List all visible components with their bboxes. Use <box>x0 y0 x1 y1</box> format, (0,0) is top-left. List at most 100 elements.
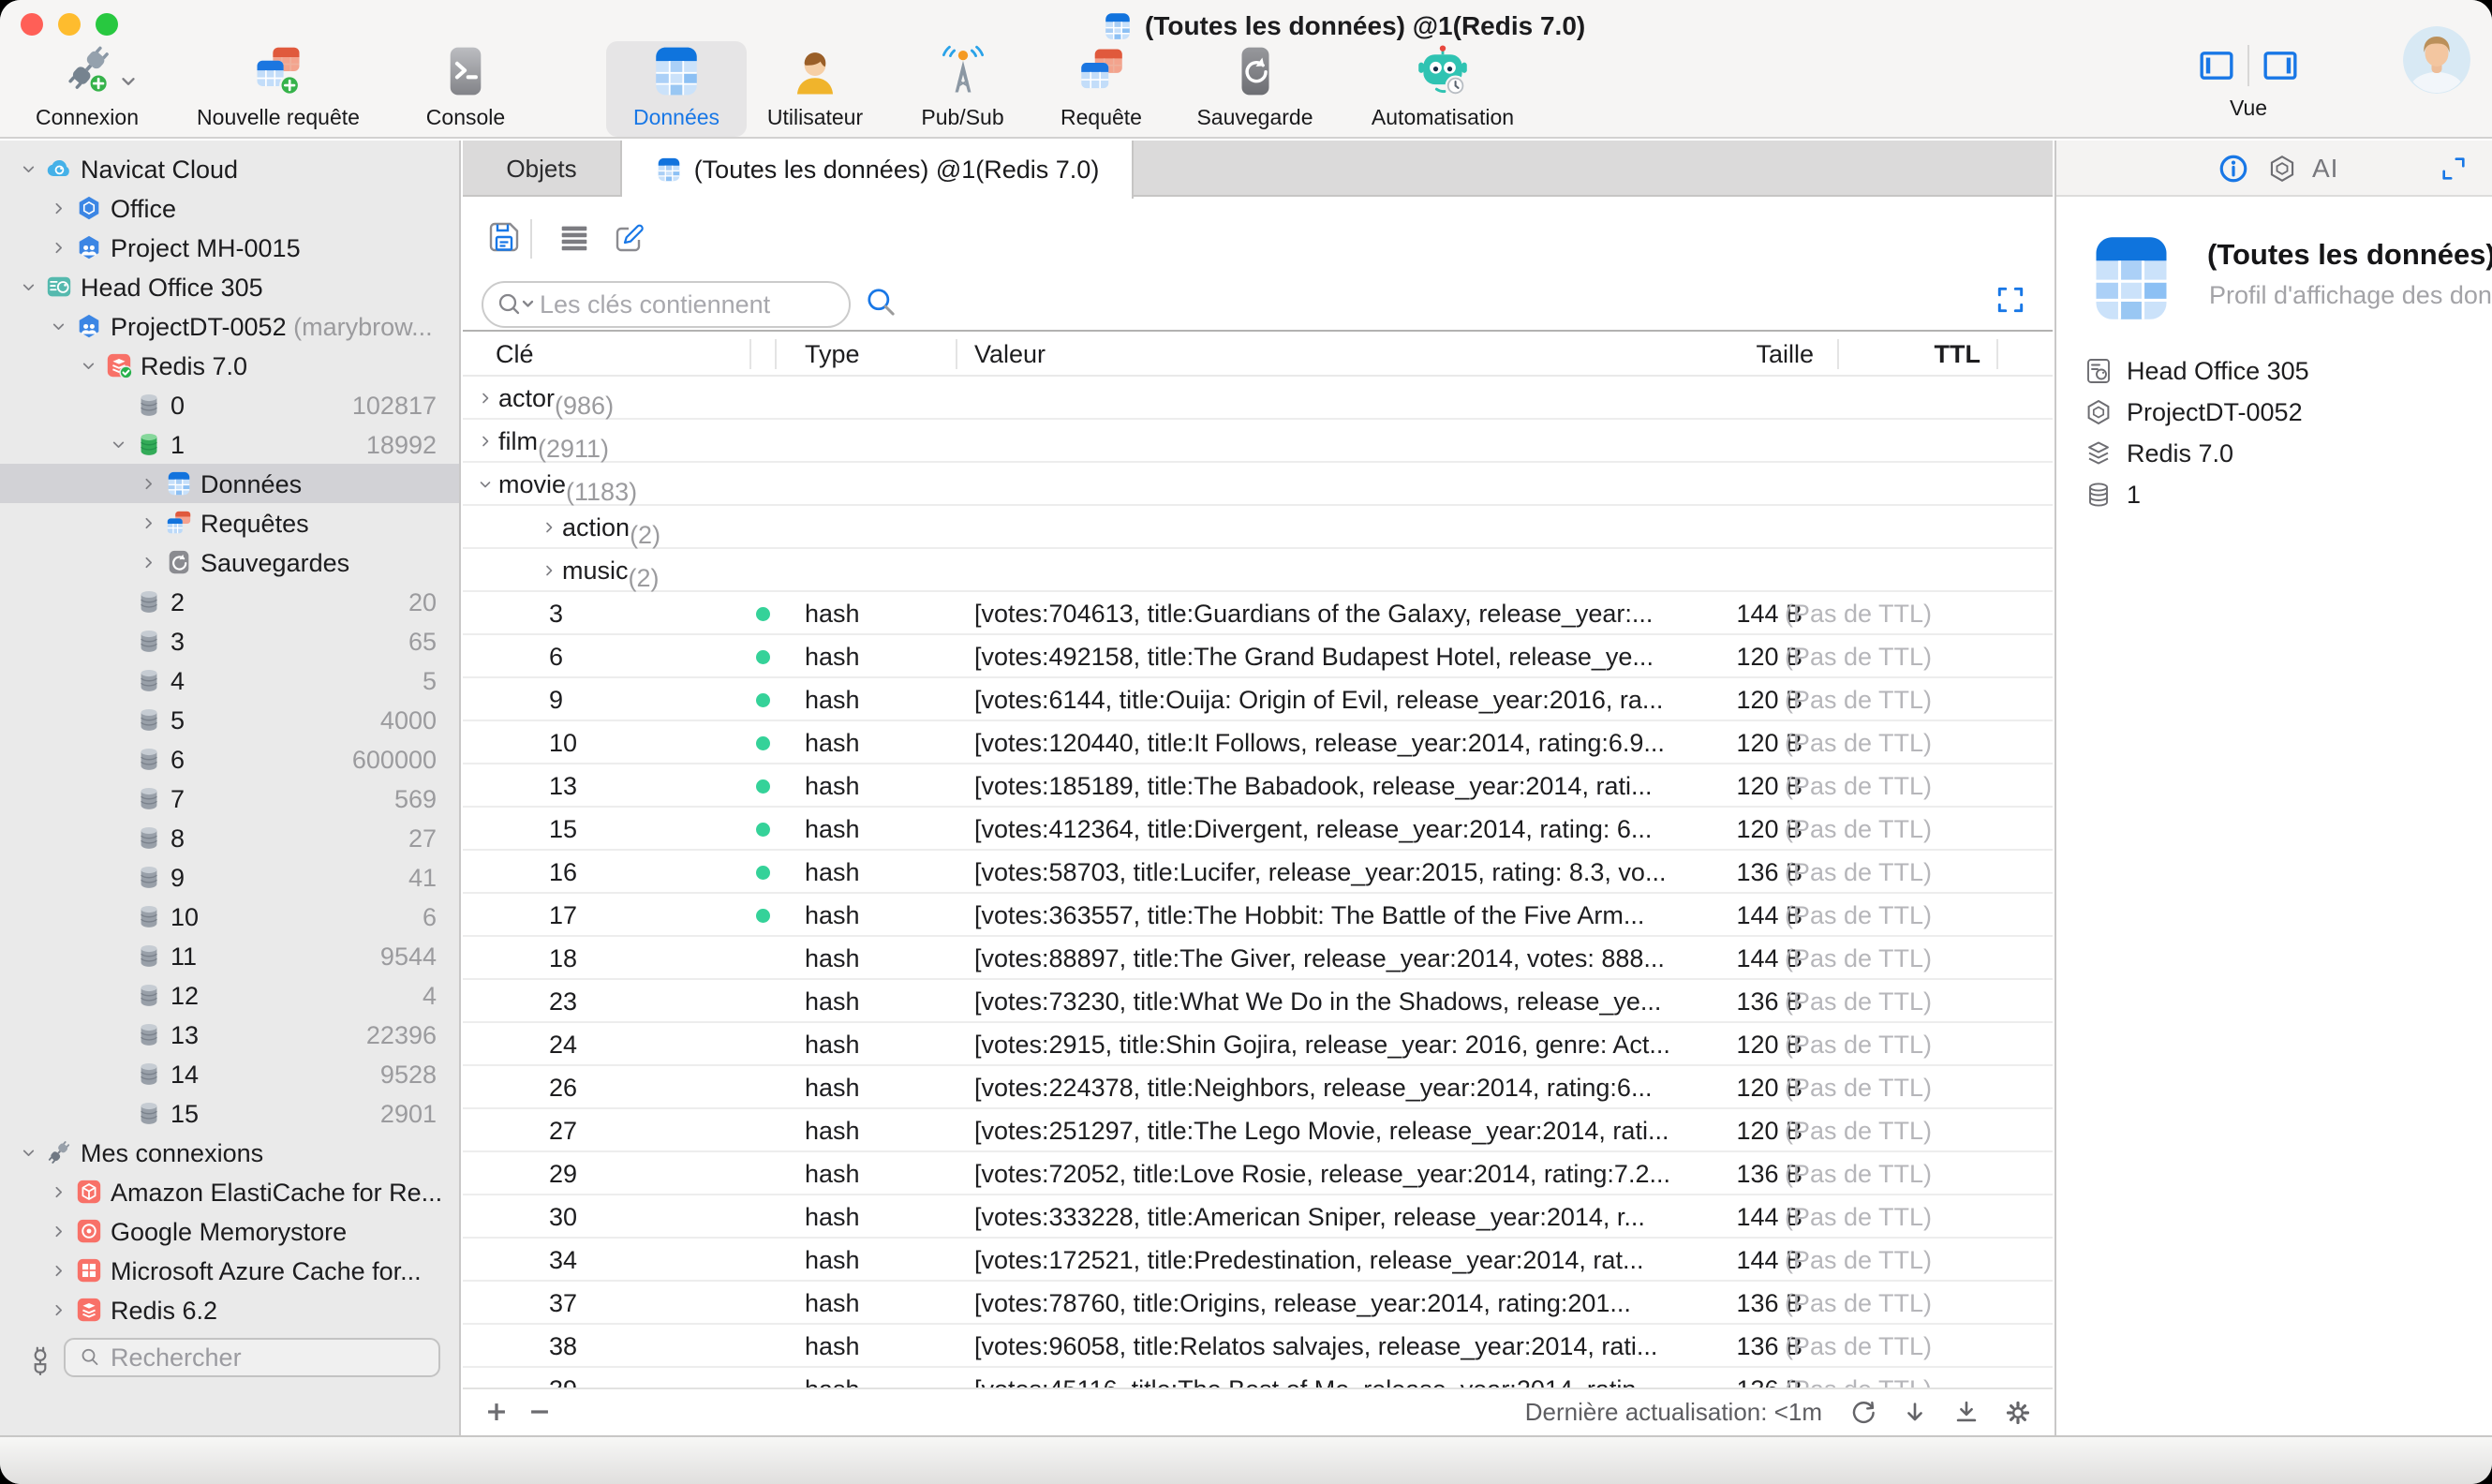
key-row[interactable]: 30hash[votes:333228, title:American Snip… <box>463 1195 2053 1239</box>
key-row[interactable]: 38hash[votes:96058, title:Relatos salvaj… <box>463 1325 2053 1368</box>
save-icon[interactable] <box>485 218 523 256</box>
maximize-window-button[interactable] <box>96 13 118 36</box>
sidebar-item-project-mh-0015[interactable]: Project MH-0015 <box>0 228 459 267</box>
sidebar-item-0[interactable]: 0102817 <box>0 385 459 424</box>
chevron-down-icon[interactable] <box>111 437 126 453</box>
column-header-ttl[interactable]: TTL <box>1906 340 1980 369</box>
chevron-down-icon[interactable] <box>81 358 96 374</box>
toolbar-button-automatisation[interactable]: Automatisation <box>1349 41 1536 137</box>
remove-key-icon[interactable] <box>527 1400 552 1424</box>
sidebar-item-4[interactable]: 45 <box>0 660 459 700</box>
key-row[interactable]: 26hash[votes:224378, title:Neighbors, re… <box>463 1066 2053 1109</box>
sidebar-item-redis-7-0[interactable]: Redis 7.0 <box>0 346 459 385</box>
manage-connections-icon[interactable] <box>24 1345 56 1377</box>
key-group-row[interactable]: music (2) <box>463 549 2053 592</box>
sidebar-item-12[interactable]: 124 <box>0 975 459 1015</box>
key-row[interactable]: 18hash[votes:88897, title:The Giver, rel… <box>463 937 2053 980</box>
sidebar-item-amazon-elasticache-for-re[interactable]: Amazon ElastiCache for Re... <box>0 1172 459 1211</box>
sidebar-item-9[interactable]: 941 <box>0 857 459 897</box>
key-row[interactable]: 3hash[votes:704613, title:Guardians of t… <box>463 592 2053 635</box>
chevron-right-icon[interactable] <box>541 520 556 535</box>
key-row[interactable]: 15hash[votes:412364, title:Divergent, re… <box>463 808 2053 851</box>
chevron-right-icon[interactable] <box>141 555 156 571</box>
sidebar-item-navicat-cloud[interactable]: Navicat Cloud <box>0 149 459 188</box>
sidebar-item-5[interactable]: 54000 <box>0 700 459 739</box>
minimize-window-button[interactable] <box>58 13 81 36</box>
search-filter-icon[interactable] <box>495 289 540 319</box>
user-avatar[interactable] <box>2403 26 2470 94</box>
toolbar-button-nouvelle-requete[interactable]: Nouvelle requête <box>185 41 372 137</box>
column-divider[interactable] <box>1837 339 1839 369</box>
key-group-row[interactable]: action (2) <box>463 506 2053 549</box>
toolbar-button-connexion[interactable]: Connexion <box>7 41 167 137</box>
sidebar-item-head-office-305[interactable]: Head Office 305 <box>0 267 459 306</box>
sidebar-item-redis-6-2[interactable]: Redis 6.2 <box>0 1290 459 1329</box>
column-header-cle[interactable]: Clé <box>496 340 534 369</box>
chevron-right-icon[interactable] <box>478 434 493 449</box>
key-row[interactable]: 17hash[votes:363557, title:The Hobbit: T… <box>463 894 2053 937</box>
search-button-icon[interactable] <box>864 286 899 321</box>
column-divider[interactable] <box>775 339 777 369</box>
sidebar-search-input[interactable]: Rechercher <box>64 1338 440 1377</box>
sidebar-item-3[interactable]: 365 <box>0 621 459 660</box>
chevron-right-icon[interactable] <box>141 476 156 492</box>
key-row[interactable]: 37hash[votes:78760, title:Origins, relea… <box>463 1282 2053 1325</box>
add-key-icon[interactable] <box>484 1400 509 1424</box>
toolbar-button-utilisateur[interactable]: Utilisateur <box>754 41 876 137</box>
chevron-down-icon[interactable] <box>21 279 37 295</box>
column-divider[interactable] <box>956 339 957 369</box>
key-row[interactable]: 6hash[votes:492158, title:The Grand Buda… <box>463 635 2053 678</box>
toolbar-button-sauvegarde[interactable]: Sauvegarde <box>1182 41 1328 137</box>
info-icon[interactable] <box>2218 153 2249 185</box>
column-divider[interactable] <box>1996 339 1998 369</box>
chevron-right-icon[interactable] <box>478 391 493 406</box>
sidebar-item-google-memorystore[interactable]: Google Memorystore <box>0 1211 459 1251</box>
chevron-right-icon[interactable] <box>51 1224 67 1239</box>
hexagon-profile-icon[interactable] <box>2266 153 2298 185</box>
column-header-type[interactable]: Type <box>805 340 860 369</box>
toolbar-button-pubsub[interactable]: Pub/Sub <box>904 41 1021 137</box>
key-group-row[interactable]: film (2911) <box>463 420 2053 463</box>
chevron-right-icon[interactable] <box>541 563 556 578</box>
column-divider[interactable] <box>749 339 751 369</box>
chevron-right-icon[interactable] <box>51 240 67 256</box>
key-row[interactable]: 24hash[votes:2915, title:Shin Gojira, re… <box>463 1023 2053 1066</box>
sidebar-item-office[interactable]: Office <box>0 188 459 228</box>
tab-active-data[interactable]: (Toutes les données) @1(Redis 7.0) <box>622 141 1134 199</box>
filter-input[interactable]: Les clés contiennent <box>482 281 851 328</box>
chevron-right-icon[interactable] <box>51 1263 67 1279</box>
sidebar-item-projectdt-0052[interactable]: ProjectDT-0052 (marybrow... <box>0 306 459 346</box>
sidebar-item-requ-tes[interactable]: Requêtes <box>0 503 459 542</box>
ai-tab-label[interactable]: AI <box>2312 154 2338 184</box>
settings-gear-icon[interactable] <box>2004 1399 2032 1427</box>
sidebar-item-sauvegardes[interactable]: Sauvegardes <box>0 542 459 582</box>
toggle-right-pane-icon[interactable] <box>2262 50 2298 82</box>
sidebar-item-microsoft-azure-cache-for[interactable]: Microsoft Azure Cache for... <box>0 1251 459 1290</box>
chevron-right-icon[interactable] <box>51 1184 67 1200</box>
chevron-down-icon[interactable] <box>21 161 37 177</box>
sidebar-item-10[interactable]: 106 <box>0 897 459 936</box>
list-view-icon[interactable] <box>556 220 592 256</box>
fullscreen-icon[interactable] <box>1995 284 2026 316</box>
key-row[interactable]: 16hash[votes:58703, title:Lucifer, relea… <box>463 851 2053 894</box>
key-row[interactable]: 13hash[votes:185189, title:The Babadook,… <box>463 764 2053 808</box>
key-row[interactable]: 29hash[votes:72052, title:Love Rosie, re… <box>463 1152 2053 1195</box>
sidebar-item-6[interactable]: 6600000 <box>0 739 459 779</box>
toolbar-button-console[interactable]: Console <box>405 41 527 137</box>
key-group-row[interactable]: movie (1183) <box>463 463 2053 506</box>
key-row[interactable]: 10hash[votes:120440, title:It Follows, r… <box>463 721 2053 764</box>
chevron-right-icon[interactable] <box>51 200 67 216</box>
sidebar-item-1[interactable]: 118992 <box>0 424 459 464</box>
sidebar-item-2[interactable]: 220 <box>0 582 459 621</box>
edit-icon[interactable] <box>611 218 648 256</box>
close-window-button[interactable] <box>21 13 43 36</box>
column-header-taille[interactable]: Taille <box>1737 340 1814 369</box>
column-header-valeur[interactable]: Valeur <box>974 340 1046 369</box>
key-row[interactable]: 23hash[votes:73230, title:What We Do in … <box>463 980 2053 1023</box>
chevron-down-icon[interactable] <box>51 319 67 334</box>
toggle-left-pane-icon[interactable] <box>2199 50 2234 82</box>
sidebar-item-mes-connexions[interactable]: Mes connexions <box>0 1133 459 1172</box>
chevron-down-icon[interactable] <box>478 477 493 492</box>
key-row[interactable]: 9hash[votes:6144, title:Ouija: Origin of… <box>463 678 2053 721</box>
load-more-icon[interactable] <box>1952 1399 1980 1427</box>
